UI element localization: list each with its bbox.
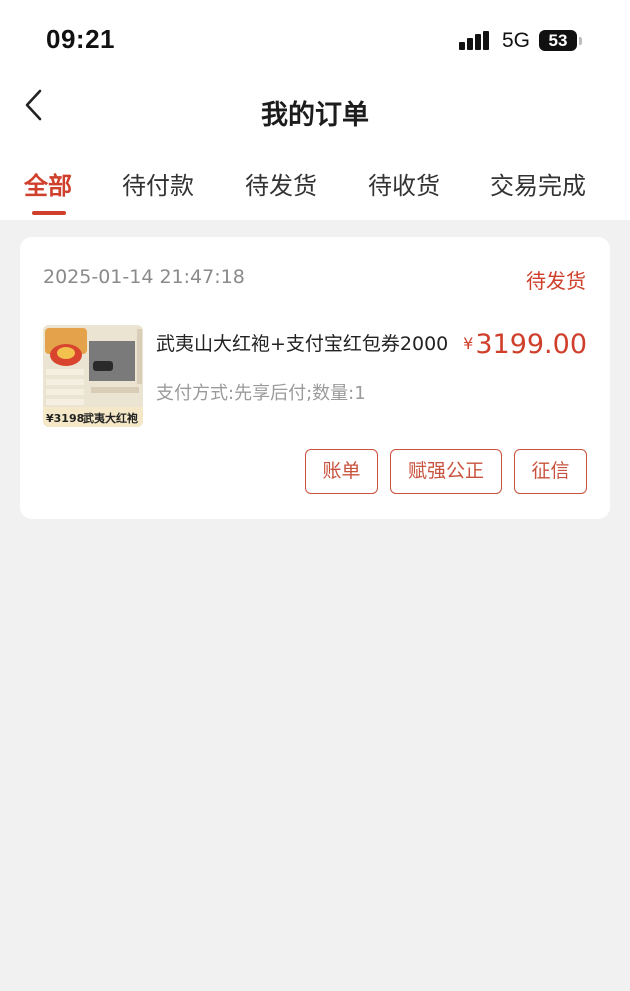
- order-card[interactable]: 2025-01-14 21:47:18 待发货 ¥3198 武夷大红袍 武夷山大…: [20, 237, 610, 519]
- order-status: 待发货: [526, 269, 586, 293]
- product-price: ¥3199.00: [463, 329, 587, 360]
- credit-report-button[interactable]: 征信: [514, 449, 587, 494]
- tab-pending-payment[interactable]: 待付款: [122, 166, 194, 201]
- battery-icon: 53: [539, 30, 577, 51]
- tab-pending-receipt[interactable]: 待收货: [368, 166, 440, 201]
- tab-completed[interactable]: 交易完成: [490, 166, 586, 201]
- notarization-button[interactable]: 赋强公正: [390, 449, 502, 494]
- product-name[interactable]: 武夷山大红袍+支付宝红包券2000: [156, 329, 448, 356]
- page-title: 我的订单: [261, 100, 369, 131]
- currency-symbol: ¥: [463, 334, 474, 353]
- battery-cap: [579, 37, 582, 45]
- thumb-caption: 武夷大红袍: [83, 411, 138, 425]
- price-amount: 3199.00: [475, 329, 587, 360]
- tab-all[interactable]: 全部: [24, 166, 72, 201]
- order-time: 2025-01-14 21:47:18: [43, 266, 245, 288]
- bill-button[interactable]: 账单: [305, 449, 378, 494]
- status-time: 09:21: [46, 24, 115, 54]
- active-tab-indicator: [32, 211, 66, 215]
- network-type: 5G: [502, 29, 531, 52]
- thumb-price: ¥3198: [46, 412, 84, 425]
- tab-pending-shipment[interactable]: 待发货: [245, 166, 317, 201]
- product-meta: 支付方式:先享后付;数量:1: [156, 383, 366, 404]
- product-thumbnail[interactable]: ¥3198 武夷大红袍: [43, 325, 143, 427]
- signal-icon: [459, 31, 491, 50]
- product-image: ¥3198 武夷大红袍: [43, 325, 143, 427]
